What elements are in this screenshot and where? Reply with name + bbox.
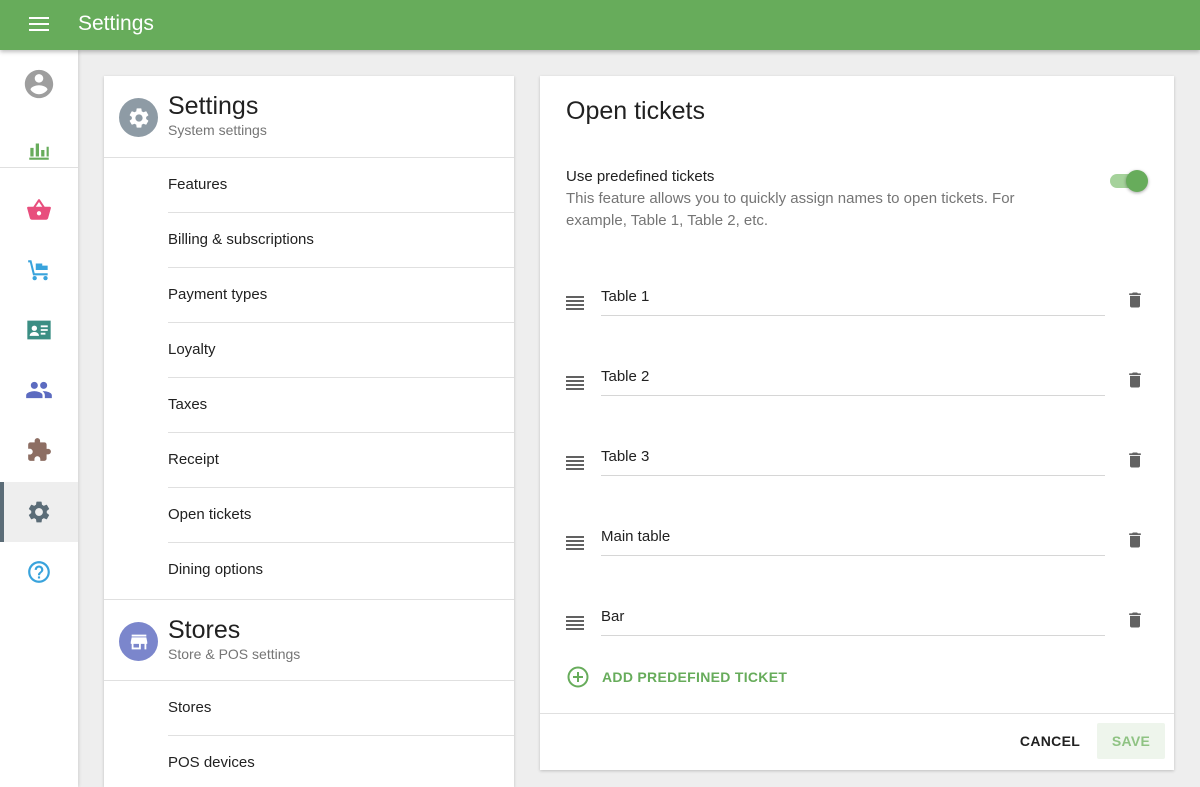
page-title: Settings — [78, 12, 154, 35]
ticket-row — [540, 438, 1174, 498]
ticket-row — [540, 518, 1174, 578]
help-circle-icon — [28, 561, 50, 583]
gear-icon — [129, 107, 148, 128]
rail-item-inventory[interactable] — [0, 240, 78, 300]
settings-section-subtitle: System settings — [168, 122, 267, 138]
ticket-name-input[interactable] — [601, 438, 1105, 476]
drag-handle-icon[interactable] — [566, 456, 584, 470]
settings-section-header: Settings System settings — [104, 76, 514, 158]
predefined-tickets-label: Use predefined tickets — [566, 168, 715, 185]
delete-icon[interactable] — [1125, 608, 1145, 632]
delete-icon[interactable] — [1125, 528, 1145, 552]
ticket-row — [540, 278, 1174, 338]
settings-section-title: Settings — [168, 92, 259, 120]
settings-menu-card: Settings System settings Features Billin… — [104, 76, 514, 787]
menu-item-open-tickets[interactable]: Open tickets — [168, 488, 514, 543]
navigation-rail — [0, 50, 78, 787]
add-circle-icon — [567, 666, 589, 688]
add-predefined-ticket-label: ADD PREDEFINED TICKET — [602, 669, 788, 685]
ticket-name-input[interactable] — [601, 278, 1105, 316]
stores-section-avatar — [119, 622, 158, 661]
account-button[interactable] — [0, 54, 78, 114]
ticket-name-input[interactable] — [601, 358, 1105, 396]
drag-handle-icon[interactable] — [566, 616, 584, 630]
rail-item-customers[interactable] — [0, 360, 78, 420]
shopping-basket-icon — [27, 199, 51, 220]
drag-handle-icon[interactable] — [566, 296, 584, 310]
rail-item-settings[interactable] — [0, 482, 78, 542]
rail-item-help[interactable] — [0, 542, 78, 602]
inventory-dolly-icon — [28, 260, 48, 281]
menu-item-billing[interactable]: Billing & subscriptions — [168, 213, 514, 268]
toggle-thumb — [1126, 170, 1148, 192]
menu-item-features[interactable]: Features — [168, 158, 514, 213]
customers-icon — [26, 381, 52, 399]
stores-section-header: Stores Store & POS settings — [104, 599, 514, 681]
predefined-tickets-toggle[interactable] — [1110, 170, 1148, 192]
menu-item-taxes[interactable]: Taxes — [168, 378, 514, 433]
settings-section-avatar — [119, 98, 158, 137]
panel-title: Open tickets — [566, 97, 705, 125]
menu-item-loyalty[interactable]: Loyalty — [168, 323, 514, 378]
stores-section-title: Stores — [168, 616, 241, 644]
rail-item-items[interactable] — [0, 180, 78, 240]
rail-item-reports[interactable] — [0, 120, 78, 180]
ticket-row — [540, 358, 1174, 418]
footer-divider — [540, 713, 1174, 714]
delete-icon[interactable] — [1125, 448, 1145, 472]
open-tickets-card: Open tickets Use predefined tickets This… — [540, 76, 1174, 770]
drag-handle-icon[interactable] — [566, 376, 584, 390]
menu-item-stores[interactable]: Stores — [168, 681, 514, 736]
drag-handle-icon[interactable] — [566, 536, 584, 550]
menu-item-receipt[interactable]: Receipt — [168, 433, 514, 488]
rail-item-employees[interactable] — [0, 300, 78, 360]
ticket-name-input[interactable] — [601, 518, 1105, 556]
stores-section-subtitle: Store & POS settings — [168, 646, 301, 662]
account-circle-icon — [24, 69, 54, 99]
gear-icon — [28, 501, 50, 523]
predefined-tickets-description: This feature allows you to quickly assig… — [566, 190, 1015, 229]
store-icon — [130, 634, 147, 649]
bar-chart-icon — [29, 143, 49, 160]
rail-item-integrations[interactable] — [0, 420, 78, 480]
menu-icon[interactable] — [27, 15, 51, 35]
add-predefined-ticket-button[interactable]: ADD PREDEFINED TICKET — [566, 665, 787, 689]
menu-item-payment-types[interactable]: Payment types — [168, 268, 514, 323]
menu-item-dining-options[interactable]: Dining options — [168, 543, 514, 598]
delete-icon[interactable] — [1125, 368, 1145, 392]
ticket-row — [540, 598, 1174, 658]
cancel-button[interactable]: CANCEL — [1011, 723, 1089, 759]
delete-icon[interactable] — [1125, 288, 1145, 312]
ticket-name-input[interactable] — [601, 598, 1105, 636]
puzzle-piece-icon — [28, 438, 51, 461]
top-app-bar: Settings — [0, 0, 1200, 50]
save-button[interactable]: SAVE — [1097, 723, 1165, 759]
employee-card-icon — [27, 320, 51, 340]
menu-item-pos-devices[interactable]: POS devices — [168, 736, 514, 787]
